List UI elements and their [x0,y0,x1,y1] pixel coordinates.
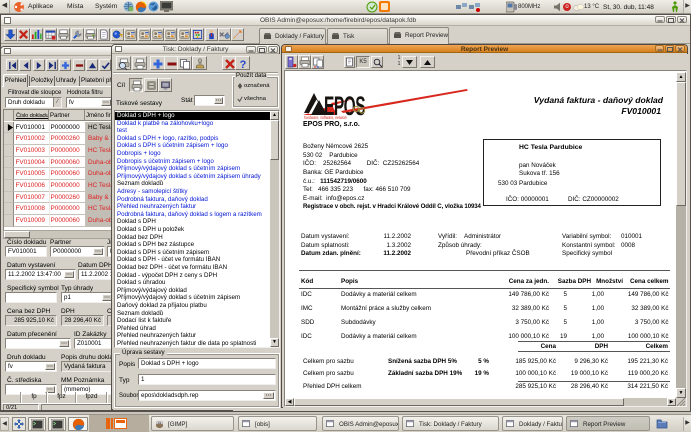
svg-text:?: ? [240,59,247,70]
